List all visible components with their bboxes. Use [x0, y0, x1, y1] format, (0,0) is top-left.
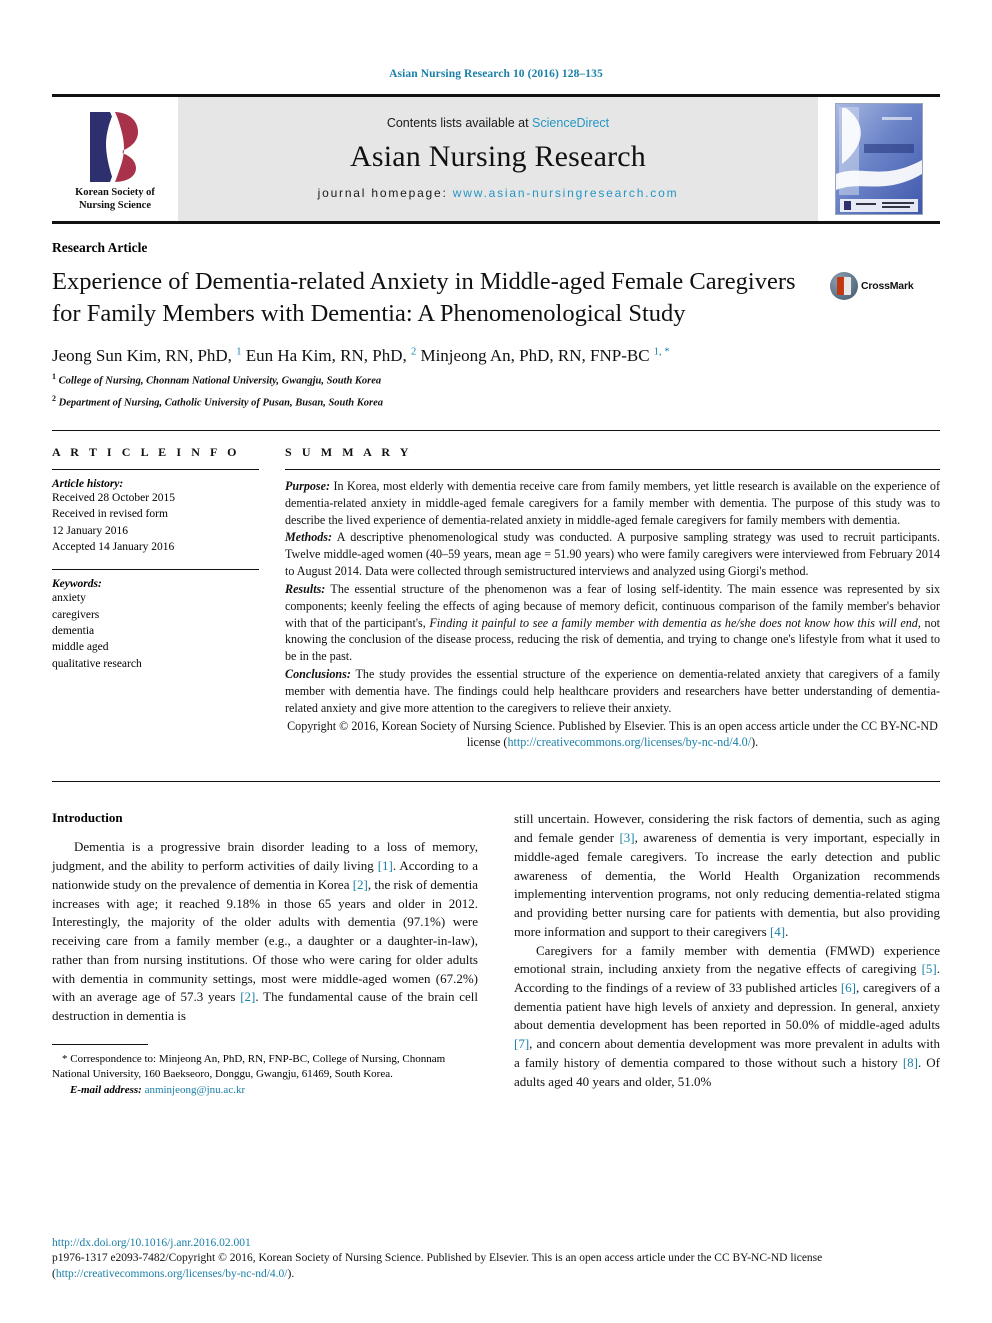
abstract-purpose-label: Purpose:: [285, 479, 331, 494]
intro-text: , awareness of dementia is very importan…: [514, 830, 940, 939]
issn-copyright-line: p1976-1317 e2093-7482/Copyright © 2016, …: [52, 1251, 940, 1283]
abstract-methods: Methods: A descriptive phenomenological …: [285, 529, 940, 580]
article-info-heading: A R T I C L E I N F O: [52, 445, 241, 460]
abstract-methods-text: A descriptive phenomenological study was…: [285, 530, 940, 579]
journal-cover: [818, 97, 940, 221]
sciencedirect-link[interactable]: ScienceDirect: [532, 116, 609, 130]
journal-title: Asian Nursing Research: [350, 140, 646, 173]
journal-cover-thumbnail: [835, 103, 923, 215]
abstract-purpose-text: In Korea, most elderly with dementia rec…: [285, 479, 940, 527]
body-column-left: Introduction Dementia is a progressive b…: [52, 810, 478, 1098]
crossmark-icon: [830, 272, 858, 300]
title-row: Experience of Dementia-related Anxiety i…: [52, 266, 940, 330]
body-column-right: still uncertain. However, considering th…: [514, 810, 940, 1098]
abstract-copyright: Copyright © 2016, Korean Society of Nurs…: [285, 718, 940, 752]
citation-ref-7[interactable]: [7]: [514, 1036, 529, 1051]
society-name-line1: Korean Society of: [75, 187, 155, 199]
affiliation-2-text: Department of Nursing, Catholic Universi…: [58, 397, 384, 409]
correspondence-email-line: E-mail address: anminjeong@jnu.ac.kr: [52, 1083, 478, 1099]
citation-ref-1[interactable]: [1]: [378, 858, 393, 873]
introduction-paragraph-right-1: still uncertain. However, considering th…: [514, 810, 940, 941]
correspondence-text: Correspondence to: Minjeong An, PhD, RN,…: [52, 1052, 446, 1081]
contents-available-line: Contents lists available at ScienceDirec…: [387, 116, 609, 130]
affiliation-1-text: College of Nursing, Chonnam National Uni…: [58, 375, 382, 387]
keyword-item: qualitative research: [52, 657, 142, 670]
journal-homepage-link[interactable]: www.asian-nursingresearch.com: [453, 186, 679, 200]
article-info-summary-block: A R T I C L E I N F O Article history: R…: [52, 430, 940, 783]
divider: [52, 569, 259, 571]
citation-ref-8[interactable]: [8]: [903, 1055, 918, 1070]
journal-article-page: Asian Nursing Research 10 (2016) 128–135…: [0, 0, 992, 1323]
affiliation-1-marker: 1: [52, 371, 56, 381]
intro-text: Caregivers for a family member with deme…: [514, 942, 940, 977]
citation-ref-3[interactable]: [3]: [619, 830, 634, 845]
intro-text: , and concern about dementia development…: [514, 1036, 940, 1070]
article-info-column: A R T I C L E I N F O Article history: R…: [52, 445, 285, 763]
citation-ref-5[interactable]: [5]: [922, 961, 937, 976]
abstract-results: Results: The essential structure of the …: [285, 581, 940, 666]
affiliation-2: 2 Department of Nursing, Catholic Univer…: [52, 393, 940, 411]
keywords-label: Keywords:: [52, 578, 102, 591]
email-label: E-mail address:: [70, 1083, 142, 1096]
footer-cc-license-link[interactable]: http://creativecommons.org/licenses/by-n…: [56, 1268, 288, 1280]
journal-homepage-line: journal homepage: www.asian-nursingresea…: [318, 186, 679, 200]
abstract-purpose: Purpose: In Korea, most elderly with dem…: [285, 478, 940, 529]
correspondence-note: * Correspondence to: Minjeong An, PhD, R…: [52, 1052, 478, 1083]
journal-banner: Contents lists available at ScienceDirec…: [178, 97, 818, 221]
divider: [285, 469, 940, 471]
summary-column: S U M M A R Y Purpose: In Korea, most el…: [285, 445, 940, 763]
issn-text-b: ).: [287, 1268, 295, 1281]
affiliation-2-marker: 2: [52, 394, 56, 404]
crossmark-badge[interactable]: CrossMark: [830, 266, 916, 300]
affiliation-1: 1 College of Nursing, Chonnam National U…: [52, 371, 940, 389]
page-title: Experience of Dementia-related Anxiety i…: [52, 268, 796, 327]
article-history-label: Article history:: [52, 478, 124, 491]
running-head: Asian Nursing Research 10 (2016) 128–135: [389, 68, 603, 80]
introduction-heading: Introduction: [52, 810, 123, 826]
keywords-block: Keywords: anxiety caregivers dementia mi…: [52, 578, 259, 672]
citation-ref-6[interactable]: [6]: [841, 980, 856, 995]
author-list: Jeong Sun Kim, RN, PhD, 1 Eun Ha Kim, RN…: [52, 345, 670, 365]
article-body: Introduction Dementia is a progressive b…: [52, 810, 940, 1098]
journal-masthead: Korean Society of Nursing Science Conten…: [52, 94, 940, 224]
abstract-results-label: Results:: [285, 581, 326, 596]
society-name-line2: Nursing Science: [78, 199, 152, 211]
society-logo: Korean Society of Nursing Science: [52, 97, 178, 221]
citation-ref-2[interactable]: [2]: [353, 877, 368, 892]
history-item: Received 28 October 2015: [52, 492, 175, 505]
abstract-conclusions-label: Conclusions:: [285, 666, 351, 681]
cc-license-link[interactable]: http://creativecommons.org/licenses/by-n…: [507, 735, 751, 749]
abstract-results-italic: Finding it painful to see a family membe…: [429, 615, 918, 630]
keyword-item: middle aged: [52, 641, 109, 654]
korean-society-logo-icon: [84, 110, 146, 184]
abstract-conclusions: Conclusions: The study provides the esse…: [285, 666, 940, 717]
citation-ref-4[interactable]: [4]: [770, 924, 785, 939]
abstract-methods-label: Methods:: [285, 530, 333, 545]
introduction-paragraph-left: Dementia is a progressive brain disorder…: [52, 838, 478, 1025]
email-link[interactable]: anminjeong@jnu.ac.kr: [145, 1084, 246, 1096]
introduction-paragraph-right-2: Caregivers for a family member with deme…: [514, 942, 940, 1092]
intro-text: , the risk of dementia increases with ag…: [52, 876, 479, 1005]
page-footer: http://dx.doi.org/10.1016/j.anr.2016.02.…: [52, 1237, 940, 1283]
footnote-divider: [52, 1043, 148, 1045]
crossmark-label: CrossMark: [861, 280, 914, 292]
society-logo-caption: Korean Society of Nursing Science: [75, 187, 155, 211]
doi-link[interactable]: http://dx.doi.org/10.1016/j.anr.2016.02.…: [52, 1237, 940, 1249]
intro-text: .: [785, 923, 789, 939]
divider: [52, 469, 259, 471]
homepage-prefix: journal homepage:: [317, 186, 453, 200]
copyright-tail: ).: [751, 735, 759, 750]
keyword-item: caregivers: [52, 608, 100, 621]
history-item: 12 January 2016: [52, 524, 129, 537]
history-item: Received in revised form: [52, 508, 168, 521]
abstract-conclusions-text: The study provides the essential structu…: [285, 666, 940, 715]
citation-ref-2b[interactable]: [2]: [240, 989, 255, 1004]
contents-prefix: Contents lists available at: [386, 116, 533, 130]
keyword-item: anxiety: [52, 592, 86, 605]
article-type: Research Article: [52, 240, 148, 255]
summary-heading: S U M M A R Y: [285, 445, 413, 460]
history-item: Accepted 14 January 2016: [52, 541, 175, 554]
keyword-item: dementia: [52, 625, 95, 638]
